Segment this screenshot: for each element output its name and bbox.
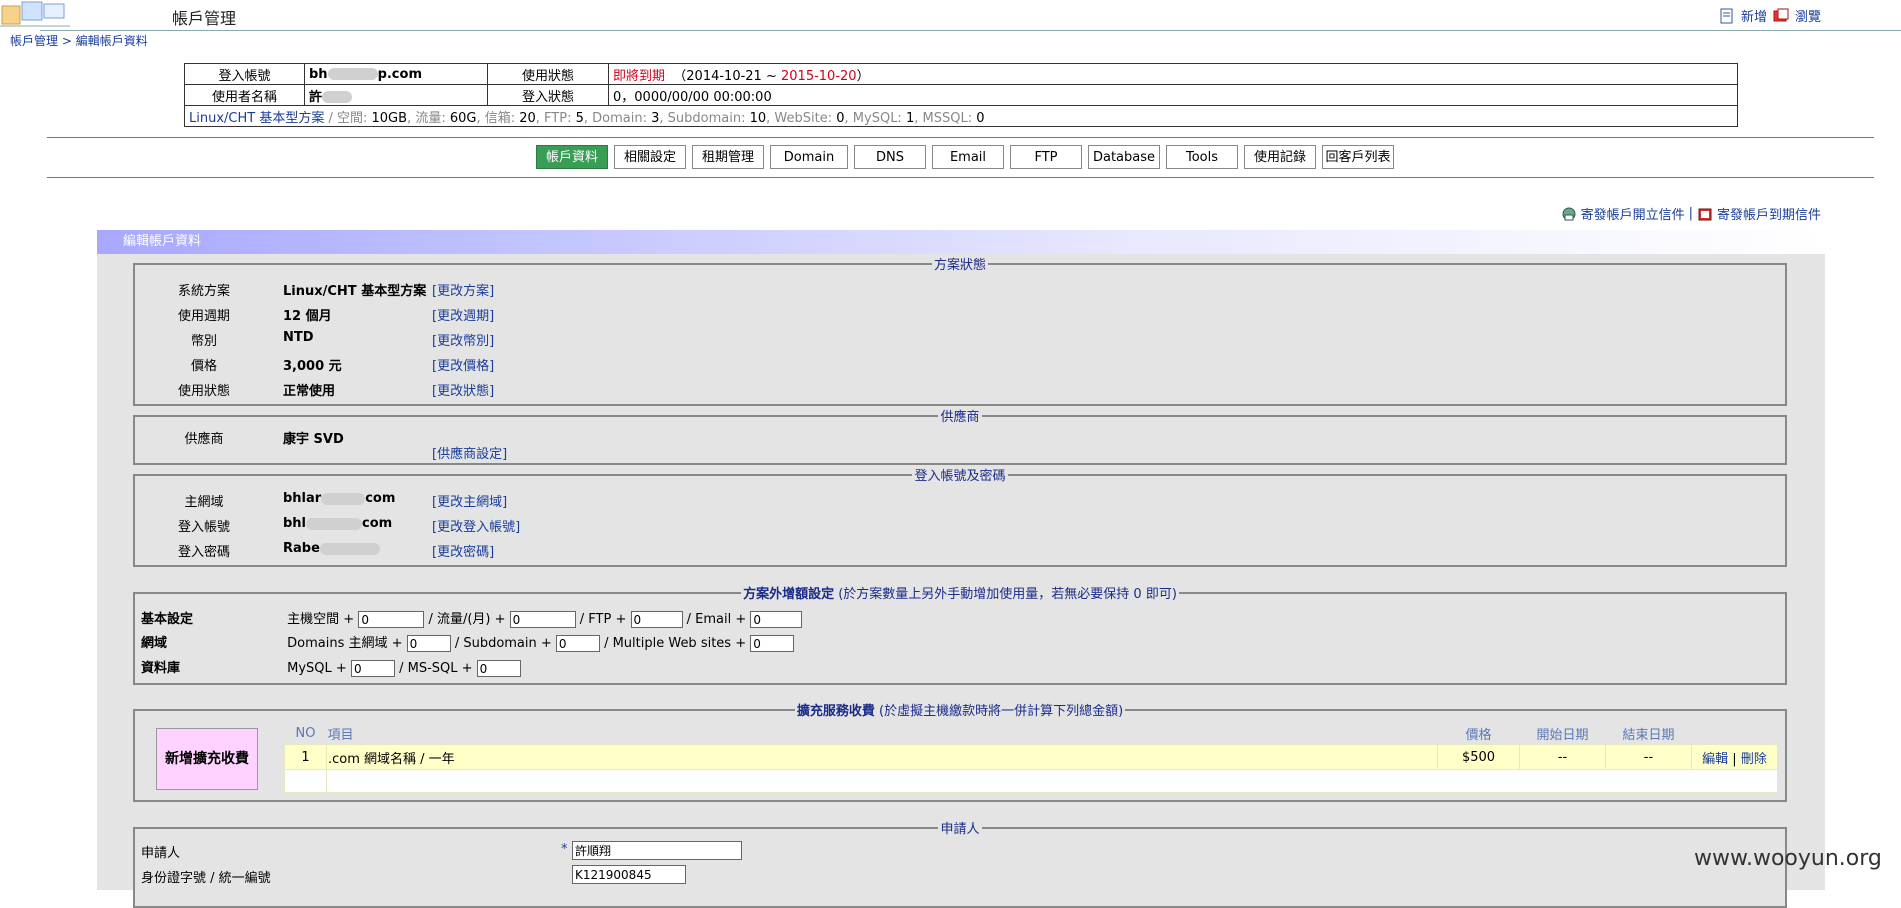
- change-domain-link[interactable]: [更改主網域]: [432, 491, 507, 510]
- mail-expire-icon[interactable]: [1697, 206, 1713, 222]
- plan-status-section: 方案狀態: [133, 254, 1787, 406]
- change-password-link[interactable]: [更改密碼]: [432, 541, 494, 560]
- applicant-id-input[interactable]: [572, 865, 686, 884]
- status-value: 即將到期 （2014-10-21 ~ 2015-10-20）: [608, 63, 1738, 85]
- tab-account-info[interactable]: 帳戶資料: [536, 145, 608, 169]
- tab-tools[interactable]: Tools: [1166, 145, 1238, 169]
- supplier-legend: 供應商: [940, 410, 980, 425]
- tab-related-settings[interactable]: 相關設定: [614, 145, 686, 169]
- plan-summary: Linux/CHT 基本型方案 / 空間: 10GB, 流量: 60G, 信箱:…: [184, 105, 1738, 127]
- top-actions: 新增 瀏覽: [1719, 6, 1821, 25]
- mail-links: 寄發帳戶開立信件 | 寄發帳戶到期信件: [1561, 204, 1821, 223]
- status-label: 使用狀態: [487, 63, 609, 85]
- tab-lease-management[interactable]: 租期管理: [692, 145, 764, 169]
- send-open-letter-link[interactable]: 寄發帳戶開立信件: [1581, 204, 1685, 223]
- page-title: 帳戶管理: [172, 9, 237, 28]
- redacted-blur: [319, 542, 380, 555]
- extra-quota-legend: 方案外增額設定 (於方案數量上另外手動增加使用量，若無必要保持 0 即可): [743, 587, 1177, 602]
- app-logo: [0, 0, 70, 28]
- tab-database[interactable]: Database: [1088, 145, 1160, 169]
- header-divider: [40, 30, 1901, 31]
- extra-row-domain: 網域 Domains 主網域 + / Subdomain + / Multipl…: [141, 632, 795, 652]
- change-status-link[interactable]: [更改狀態]: [432, 380, 494, 399]
- supplier-settings-row: [供應商設定]: [432, 443, 507, 462]
- extra-domains-input[interactable]: [406, 635, 451, 652]
- breadcrumb: 帳戶管理 > 編輯帳戶資料: [10, 32, 148, 49]
- change-login-link[interactable]: [更改登入帳號]: [432, 516, 520, 535]
- extra-subdomain-input[interactable]: [555, 635, 600, 652]
- mail-open-icon[interactable]: [1561, 206, 1577, 222]
- mail-links-sep: |: [1688, 206, 1693, 221]
- tabs-divider-top: [47, 137, 1874, 138]
- breadcrumb-sep: >: [58, 34, 76, 48]
- browse-link[interactable]: 瀏覽: [1795, 6, 1821, 25]
- send-expire-letter-link[interactable]: 寄發帳戶到期信件: [1717, 204, 1821, 223]
- tab-ftp[interactable]: FTP: [1010, 145, 1082, 169]
- extra-ftp-input[interactable]: [630, 611, 683, 628]
- plan-link[interactable]: Linux/CHT 基本型方案: [189, 111, 324, 126]
- tab-email[interactable]: Email: [932, 145, 1004, 169]
- panel-header: 編輯帳戶資料: [97, 230, 1825, 254]
- account-summary: 登入帳號 bh p.com 使用狀態 即將到期 （2014-10-21 ~ 201…: [184, 63, 1738, 127]
- change-plan-link[interactable]: [更改方案]: [432, 280, 494, 299]
- tab-domain[interactable]: Domain: [770, 145, 848, 169]
- panel-title: 編輯帳戶資料: [123, 234, 202, 249]
- add-extra-charge-button[interactable]: 新增擴充收費: [156, 728, 258, 790]
- applicant-legend: 申請人: [940, 822, 980, 837]
- extra-mssql-input[interactable]: [476, 660, 521, 677]
- services-header-row: NO 項目 價格 開始日期 結束日期: [295, 726, 1675, 743]
- tabs-divider-bottom: [47, 177, 1874, 178]
- applicant-section: 申請人: [133, 818, 1787, 908]
- applicant-id-label: 身份證字號 / 統一編號: [141, 871, 271, 886]
- applicant-name-input[interactable]: [572, 841, 742, 860]
- tab-dns[interactable]: DNS: [854, 145, 926, 169]
- add-document-icon[interactable]: [1719, 8, 1735, 24]
- login-label: 登入帳號: [184, 63, 305, 85]
- extra-websites-input[interactable]: [750, 635, 795, 652]
- login-state-value: 0，0000/00/00 00:00:00: [608, 84, 1738, 106]
- redacted-blur: [322, 91, 353, 103]
- table-row: 1 .com 網域名稱 / 一年 $500 -- -- 編輯 | 刪除: [284, 744, 1778, 770]
- redacted-blur: [327, 68, 378, 80]
- applicant-name-label: 申請人: [141, 846, 181, 861]
- login-value: bh p.com: [304, 63, 488, 85]
- change-cycle-link[interactable]: [更改週期]: [432, 305, 494, 324]
- empty-row: [284, 769, 1778, 793]
- redacted-blur: [321, 492, 366, 505]
- add-link[interactable]: 新增: [1741, 6, 1767, 25]
- change-price-link[interactable]: [更改價格]: [432, 355, 494, 374]
- extra-email-input[interactable]: [750, 611, 803, 628]
- supplier-settings-link[interactable]: [供應商設定]: [432, 447, 507, 462]
- edit-charge-link[interactable]: 編輯: [1702, 752, 1728, 767]
- browse-icon[interactable]: [1773, 8, 1789, 24]
- tab-back-to-clients[interactable]: 回客戶列表: [1322, 145, 1394, 169]
- user-value: 許: [304, 84, 488, 106]
- extra-mysql-input[interactable]: [350, 660, 395, 677]
- credentials-legend: 登入帳號及密碼: [914, 469, 1006, 484]
- supplier-section: 供應商: [133, 406, 1787, 465]
- breadcrumb-current[interactable]: 編輯帳戶資料: [76, 34, 148, 48]
- change-currency-link[interactable]: [更改幣別]: [432, 330, 494, 349]
- services-table: NO 項目 價格 開始日期 結束日期 1 .com 網域名稱 / 一年 $500…: [284, 723, 1778, 793]
- extra-row-basic: 基本設定 主機空間 + / 流量/(月) + / FTP + / Email +: [141, 608, 803, 628]
- delete-charge-link[interactable]: 刪除: [1741, 752, 1767, 767]
- extra-row-db: 資料庫 MySQL + / MS-SQL +: [141, 657, 521, 677]
- watermark: www.wooyun.org: [1694, 846, 1882, 871]
- breadcrumb-root[interactable]: 帳戶管理: [10, 34, 58, 48]
- tab-usage-log[interactable]: 使用記錄: [1244, 145, 1316, 169]
- services-legend: 擴充服務收費 (於虛擬主機繳款時將一併計算下列總金額): [796, 704, 1124, 719]
- extra-space-input[interactable]: [358, 611, 425, 628]
- login-state-label: 登入狀態: [487, 84, 609, 106]
- plan-status-legend: 方案狀態: [933, 258, 986, 273]
- required-mark: *: [561, 842, 568, 857]
- user-label: 使用者名稱: [184, 84, 305, 106]
- tab-bar: 帳戶資料 相關設定 租期管理 Domain DNS Email FTP Data…: [536, 145, 1394, 169]
- extra-flow-input[interactable]: [509, 611, 576, 628]
- redacted-blur: [306, 517, 363, 530]
